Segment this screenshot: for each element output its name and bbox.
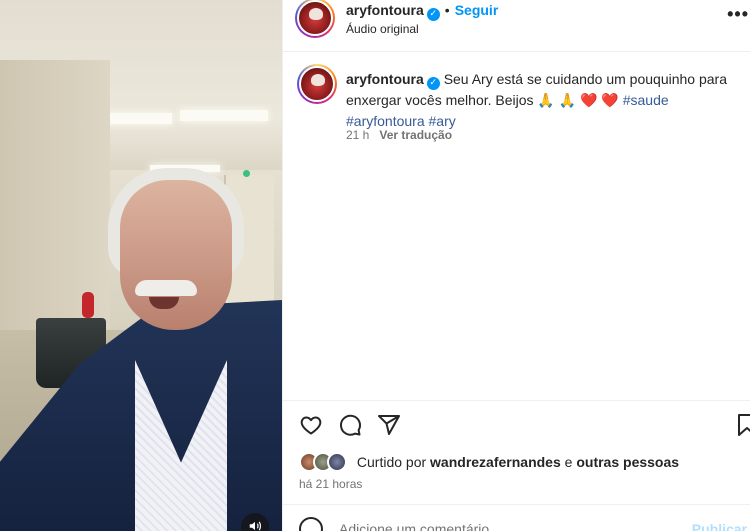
more-options-icon[interactable]: ••• [727, 4, 749, 25]
caption-avatar[interactable] [297, 64, 337, 104]
caption-username[interactable]: aryfontoura [346, 71, 424, 87]
face [120, 180, 232, 330]
caption-time[interactable]: 21 h [346, 128, 369, 142]
caption-meta: 21 h Ver tradução [346, 128, 452, 142]
mustache [135, 280, 197, 296]
man-in-video [0, 0, 282, 531]
comment-icon[interactable] [338, 413, 364, 439]
follow-button[interactable]: Seguir [455, 2, 499, 18]
publish-button[interactable]: Publicar [692, 521, 747, 531]
post-panel: aryfontoura ✓ • Seguir Áudio original ••• a… [282, 0, 750, 531]
post-video[interactable] [0, 0, 282, 531]
add-comment-bar: Publicar [283, 504, 750, 531]
post-time[interactable]: há 21 horas [299, 477, 362, 491]
paper-plane-icon[interactable] [377, 413, 403, 439]
action-bar [283, 400, 750, 448]
translate-button[interactable]: Ver tradução [379, 128, 452, 142]
bookmark-icon[interactable] [735, 413, 750, 439]
liker-avatars[interactable] [299, 452, 351, 472]
separator: • [444, 2, 450, 18]
likes-summary: Curtido por wandrezafernandes e outras p… [299, 452, 679, 474]
liked-by-joiner: e [564, 454, 573, 470]
header-line: aryfontoura ✓ • Seguir [346, 2, 498, 21]
hashtag-link[interactable]: #saude [623, 92, 669, 108]
other-likers-link[interactable]: outras pessoas [576, 454, 679, 470]
verified-icon: ✓ [426, 8, 440, 21]
comment-input[interactable] [339, 521, 679, 531]
heart-icon[interactable] [299, 413, 325, 439]
emoji-icon[interactable] [299, 517, 323, 531]
liked-by-prefix: Curtido por [356, 454, 427, 470]
hashtag-link[interactable]: #ary [429, 113, 456, 129]
liker-avatar [327, 452, 347, 472]
username-link[interactable]: aryfontoura [346, 2, 424, 18]
profile-avatar[interactable] [295, 0, 335, 38]
hashtag-link[interactable]: #aryfontoura [346, 113, 425, 129]
liker-username[interactable]: wandrezafernandes [430, 454, 561, 470]
caption-text-block: aryfontoura ✓ Seu Ary está se cuidando um… [346, 69, 750, 132]
verified-icon: ✓ [426, 77, 440, 90]
audio-link[interactable]: Áudio original [346, 22, 419, 36]
post-header: aryfontoura ✓ • Seguir Áudio original ••• [283, 0, 750, 52]
